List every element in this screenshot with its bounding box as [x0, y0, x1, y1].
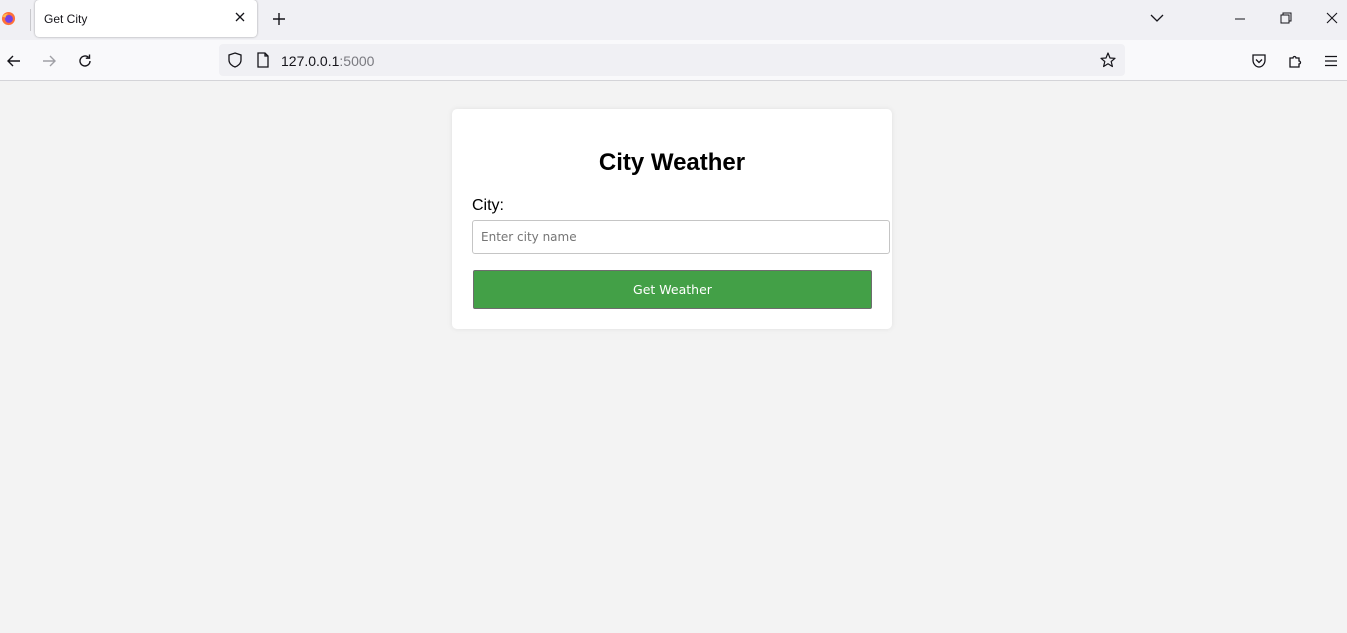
chevron-down-icon[interactable]	[1149, 11, 1165, 25]
arrow-right-icon[interactable]	[40, 52, 58, 70]
firefox-logo-icon[interactable]	[1, 11, 16, 26]
pocket-icon[interactable]	[1250, 52, 1268, 70]
reload-icon[interactable]	[76, 52, 94, 70]
url-port: :5000	[339, 53, 375, 69]
restore-icon[interactable]	[1278, 10, 1294, 26]
shield-icon[interactable]	[226, 51, 244, 69]
tab-separator	[30, 9, 31, 31]
tab-get-city[interactable]: Get City	[35, 0, 257, 37]
tab-title: Get City	[44, 12, 88, 26]
close-icon[interactable]	[1324, 10, 1340, 26]
star-icon[interactable]	[1099, 51, 1117, 69]
url-host: 127.0.0.1	[281, 53, 340, 69]
navigation-toolbar: 127.0.0.1:5000	[0, 40, 1347, 81]
puzzle-icon[interactable]	[1287, 52, 1305, 70]
get-weather-button[interactable]: Get Weather	[473, 270, 872, 309]
city-input[interactable]	[472, 220, 890, 254]
arrow-left-icon[interactable]	[5, 52, 23, 70]
plus-icon[interactable]	[270, 10, 288, 28]
tab-strip: Get City	[0, 0, 1347, 40]
page-title: City Weather	[598, 149, 746, 176]
url-bar[interactable]: 127.0.0.1:5000	[219, 44, 1125, 76]
city-label: City:	[472, 197, 504, 214]
page-icon[interactable]	[254, 51, 272, 69]
minimize-icon[interactable]	[1232, 11, 1248, 27]
close-icon[interactable]	[234, 11, 246, 23]
hamburger-menu-icon[interactable]	[1322, 52, 1340, 70]
url-text[interactable]: 127.0.0.1:5000	[281, 53, 374, 69]
weather-form-card: City Weather City: Get Weather	[452, 109, 892, 329]
